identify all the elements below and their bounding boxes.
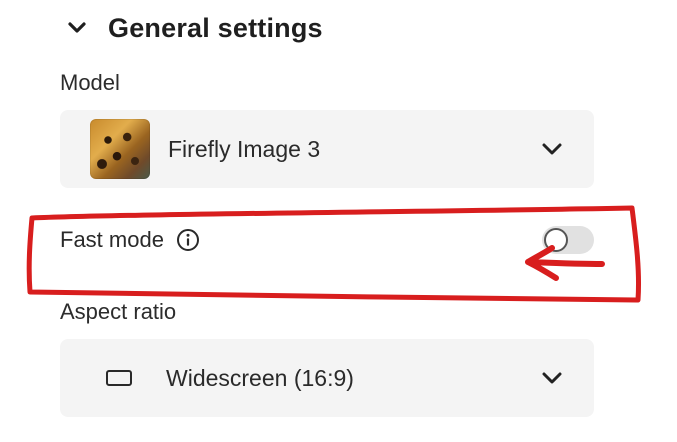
settings-panel: General settings Model Firefly Image 3 F…	[0, 0, 677, 442]
chevron-down-icon	[66, 17, 88, 39]
aspect-ratio-dropdown[interactable]: Widescreen (16:9)	[60, 339, 594, 417]
fast-mode-label: Fast mode	[60, 227, 164, 252]
fast-mode-toggle[interactable]	[542, 226, 594, 254]
section-title: General settings	[108, 12, 323, 43]
widescreen-icon	[106, 370, 132, 386]
model-selected-value: Firefly Image 3	[168, 135, 321, 162]
chevron-down-icon	[538, 135, 566, 163]
toggle-knob	[544, 228, 568, 252]
fast-mode-row: Fast mode	[60, 222, 594, 258]
general-settings-header[interactable]: General settings	[66, 6, 323, 50]
aspect-ratio-label: Aspect ratio	[60, 299, 177, 324]
model-dropdown[interactable]: Firefly Image 3	[60, 110, 594, 188]
leopard-thumbnail	[90, 119, 150, 179]
aspect-ratio-selected-value: Widescreen (16:9)	[166, 364, 354, 391]
chevron-down-icon	[538, 364, 566, 392]
info-icon[interactable]	[176, 228, 200, 252]
model-label: Model	[60, 70, 120, 95]
